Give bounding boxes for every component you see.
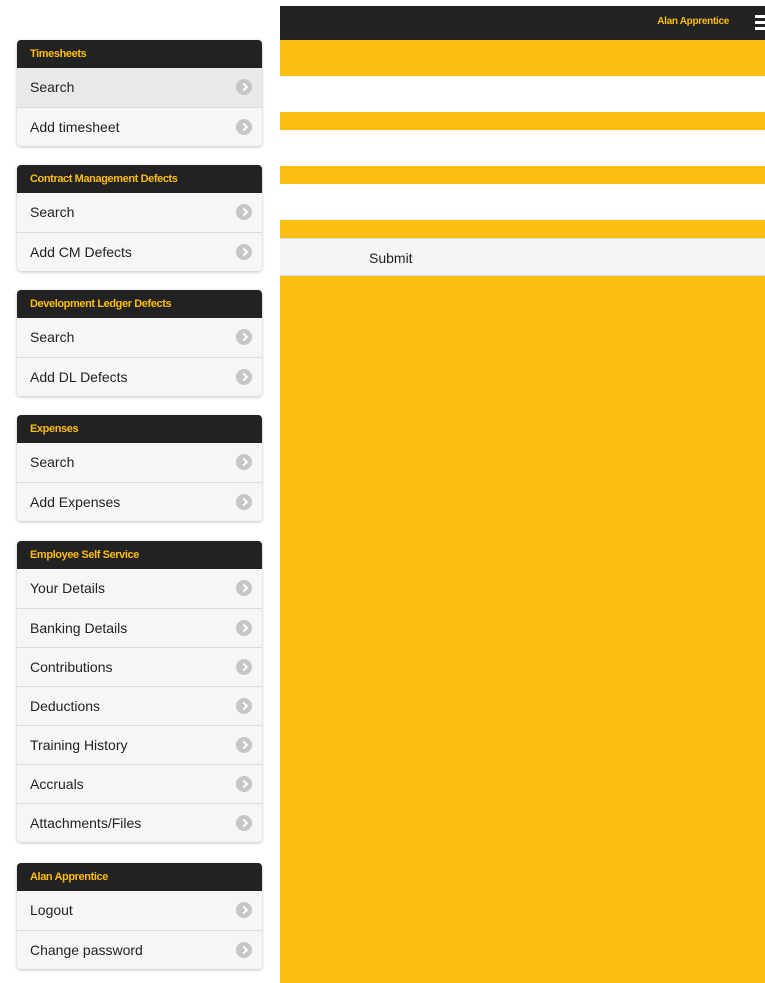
form-field-1[interactable]	[280, 76, 765, 112]
menu-item-label: Search	[30, 454, 75, 470]
menu-item-cm-search[interactable]: Search	[17, 193, 262, 232]
chevron-right-circle-icon	[236, 815, 252, 831]
user-name[interactable]: Alan Apprentice	[657, 16, 729, 27]
chevron-right-circle-icon	[236, 698, 252, 714]
menu-item-label: Accruals	[30, 776, 84, 792]
menu-item-training-history[interactable]: Training History	[17, 725, 262, 764]
hamburger-icon[interactable]	[755, 15, 765, 31]
menu-item-label: Add Expenses	[30, 494, 121, 510]
menu-item-label: Search	[30, 204, 75, 220]
chevron-right-circle-icon	[236, 902, 252, 918]
chevron-right-circle-icon	[236, 494, 252, 510]
menu-item-label: Add timesheet	[30, 119, 120, 135]
menu-item-timesheets-search[interactable]: Search	[17, 68, 262, 107]
menu-item-label: Logout	[30, 902, 73, 918]
menu-item-label: Your Details	[30, 580, 105, 596]
menu-item-add-expenses[interactable]: Add Expenses	[17, 482, 262, 521]
menu-item-label: Training History	[30, 737, 128, 753]
menu-item-label: Deductions	[30, 698, 101, 714]
menu-item-contributions[interactable]: Contributions	[17, 647, 262, 686]
top-bar: Alan Apprentice	[280, 6, 765, 40]
group-header: Contract Management Defects	[17, 165, 262, 193]
menu-item-deductions[interactable]: Deductions	[17, 686, 262, 725]
menu-group-timesheets: Timesheets Search Add timesheet	[17, 40, 262, 146]
menu-item-change-password[interactable]: Change password	[17, 930, 262, 969]
menu-item-expenses-search[interactable]: Search	[17, 443, 262, 482]
menu-item-add-dl-defects[interactable]: Add DL Defects	[17, 357, 262, 396]
chevron-right-circle-icon	[236, 204, 252, 220]
submit-button[interactable]: Submit	[280, 238, 765, 276]
main-panel: Alan Apprentice Submit	[280, 6, 765, 983]
menu-item-dl-search[interactable]: Search	[17, 318, 262, 357]
menu-item-label: Search	[30, 329, 75, 345]
menu-item-label: Banking Details	[30, 620, 128, 636]
menu-group-expenses: Expenses Search Add Expenses	[17, 415, 262, 521]
chevron-right-circle-icon	[236, 244, 252, 260]
group-header: Timesheets	[17, 40, 262, 68]
form-input-2[interactable]	[280, 130, 765, 166]
chevron-right-circle-icon	[236, 659, 252, 675]
group-header: Alan Apprentice	[17, 863, 262, 891]
menu-item-accruals[interactable]: Accruals	[17, 764, 262, 803]
menu-group-account: Alan Apprentice Logout Change password	[17, 863, 262, 969]
menu-item-banking-details[interactable]: Banking Details	[17, 608, 262, 647]
menu-item-label: Change password	[30, 942, 143, 958]
menu-item-label: Add CM Defects	[30, 244, 132, 260]
menu-item-add-timesheet[interactable]: Add timesheet	[17, 107, 262, 146]
chevron-right-circle-icon	[236, 580, 252, 596]
menu-item-label: Attachments/Files	[30, 815, 142, 831]
menu-item-label: Add DL Defects	[30, 369, 128, 385]
group-header: Employee Self Service	[17, 541, 262, 569]
menu-group-cm-defects: Contract Management Defects Search Add C…	[17, 165, 262, 271]
menu-item-attachments-files[interactable]: Attachments/Files	[17, 803, 262, 842]
form-field-3[interactable]	[280, 184, 765, 220]
menu-group-employee-self-service: Employee Self Service Your Details Banki…	[17, 541, 262, 842]
chevron-right-circle-icon	[236, 942, 252, 958]
chevron-right-circle-icon	[236, 369, 252, 385]
chevron-right-circle-icon	[236, 620, 252, 636]
menu-item-label: Search	[30, 79, 75, 95]
chevron-right-circle-icon	[236, 454, 252, 470]
form-input-3[interactable]	[280, 184, 765, 220]
chevron-right-circle-icon	[236, 329, 252, 345]
group-header: Development Ledger Defects	[17, 290, 262, 318]
menu-item-your-details[interactable]: Your Details	[17, 569, 262, 608]
group-header: Expenses	[17, 415, 262, 443]
chevron-right-circle-icon	[236, 737, 252, 753]
menu-item-label: Contributions	[30, 659, 113, 675]
chevron-right-circle-icon	[236, 119, 252, 135]
form-input-1[interactable]	[280, 76, 765, 112]
menu-group-dl-defects: Development Ledger Defects Search Add DL…	[17, 290, 262, 396]
form-field-2[interactable]	[280, 130, 765, 166]
chevron-right-circle-icon	[236, 776, 252, 792]
menu-item-logout[interactable]: Logout	[17, 891, 262, 930]
chevron-right-circle-icon	[236, 79, 252, 95]
menu-item-add-cm-defects[interactable]: Add CM Defects	[17, 232, 262, 271]
submit-button-label: Submit	[369, 250, 413, 266]
